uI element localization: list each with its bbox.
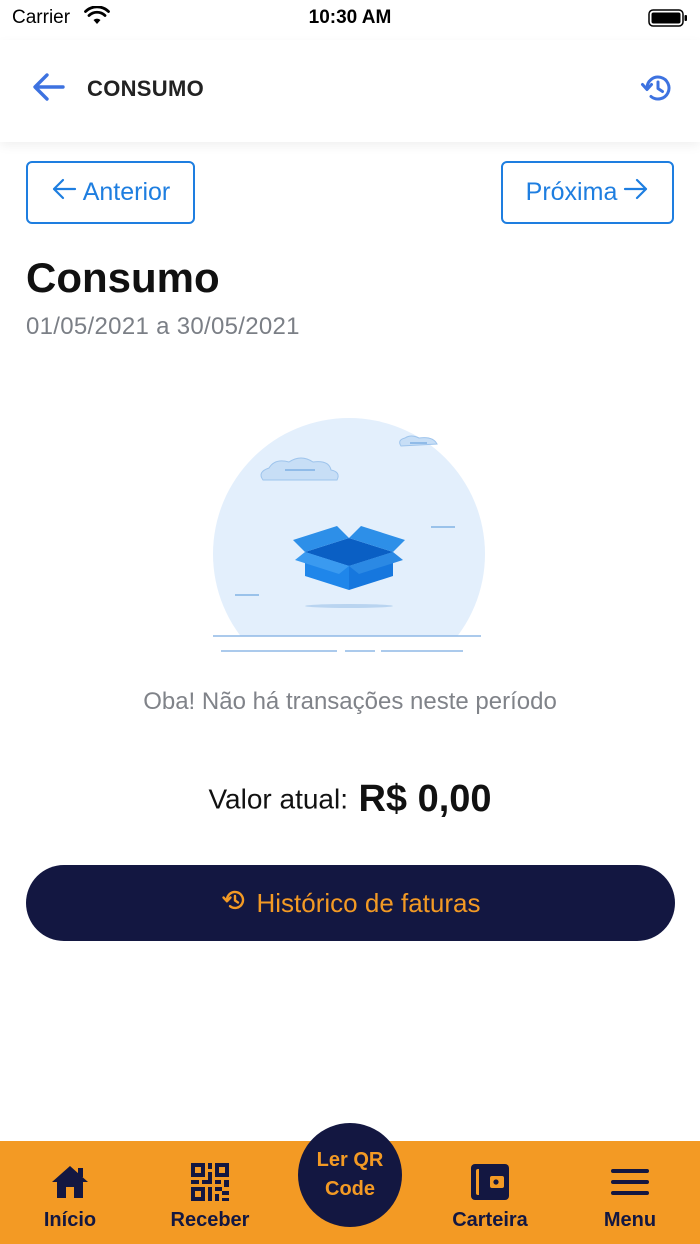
next-period-button[interactable]: Próxima: [501, 161, 674, 224]
history-icon: [221, 888, 247, 919]
tab-receive-label: Receber: [170, 1209, 250, 1231]
tab-wallet[interactable]: Carteira: [440, 1141, 540, 1244]
current-value: Valor atual: R$ 0,00: [0, 778, 700, 821]
empty-box-illustration: [205, 410, 490, 660]
read-qr-code-button[interactable]: Ler QR Code: [298, 1123, 402, 1227]
wallet-icon: [470, 1161, 510, 1203]
tab-home[interactable]: Início: [30, 1141, 110, 1244]
invoice-history-label: Histórico de faturas: [256, 887, 481, 918]
status-time: 10:30 AM: [308, 7, 392, 28]
previous-period-button[interactable]: Anterior: [26, 161, 195, 224]
qr-code-icon: [191, 1161, 229, 1203]
home-icon: [50, 1161, 90, 1203]
invoice-history-button[interactable]: Histórico de faturas: [26, 865, 675, 941]
tab-wallet-label: Carteira: [452, 1209, 528, 1231]
read-qr-label-line2: Code: [325, 1178, 375, 1200]
history-icon: [639, 72, 673, 109]
battery-icon: [648, 8, 688, 33]
arrow-left-icon: [51, 177, 77, 208]
status-bar: Carrier 10:30 AM: [0, 0, 700, 40]
next-label: Próxima: [525, 178, 618, 206]
current-value-label: Valor atual:: [208, 783, 348, 815]
read-qr-label-line1: Ler QR: [316, 1149, 384, 1171]
header-title: CONSUMO: [87, 76, 204, 101]
page-title: Consumo: [26, 254, 220, 301]
current-value-amount: R$ 0,00: [358, 778, 492, 820]
back-button[interactable]: [28, 68, 70, 110]
history-button[interactable]: [636, 70, 676, 110]
tab-menu[interactable]: Menu: [590, 1141, 670, 1244]
tab-home-label: Início: [43, 1209, 97, 1231]
app-header: CONSUMO: [0, 40, 700, 142]
menu-icon: [610, 1161, 650, 1203]
period-range: 01/05/2021 a 30/05/2021: [26, 313, 300, 340]
arrow-left-icon: [32, 72, 66, 107]
previous-label: Anterior: [82, 178, 171, 206]
tab-menu-label: Menu: [603, 1209, 657, 1231]
arrow-right-icon: [623, 177, 649, 208]
tab-receive[interactable]: Receber: [160, 1141, 260, 1244]
empty-state-message: Oba! Não há transações neste período: [143, 688, 557, 715]
